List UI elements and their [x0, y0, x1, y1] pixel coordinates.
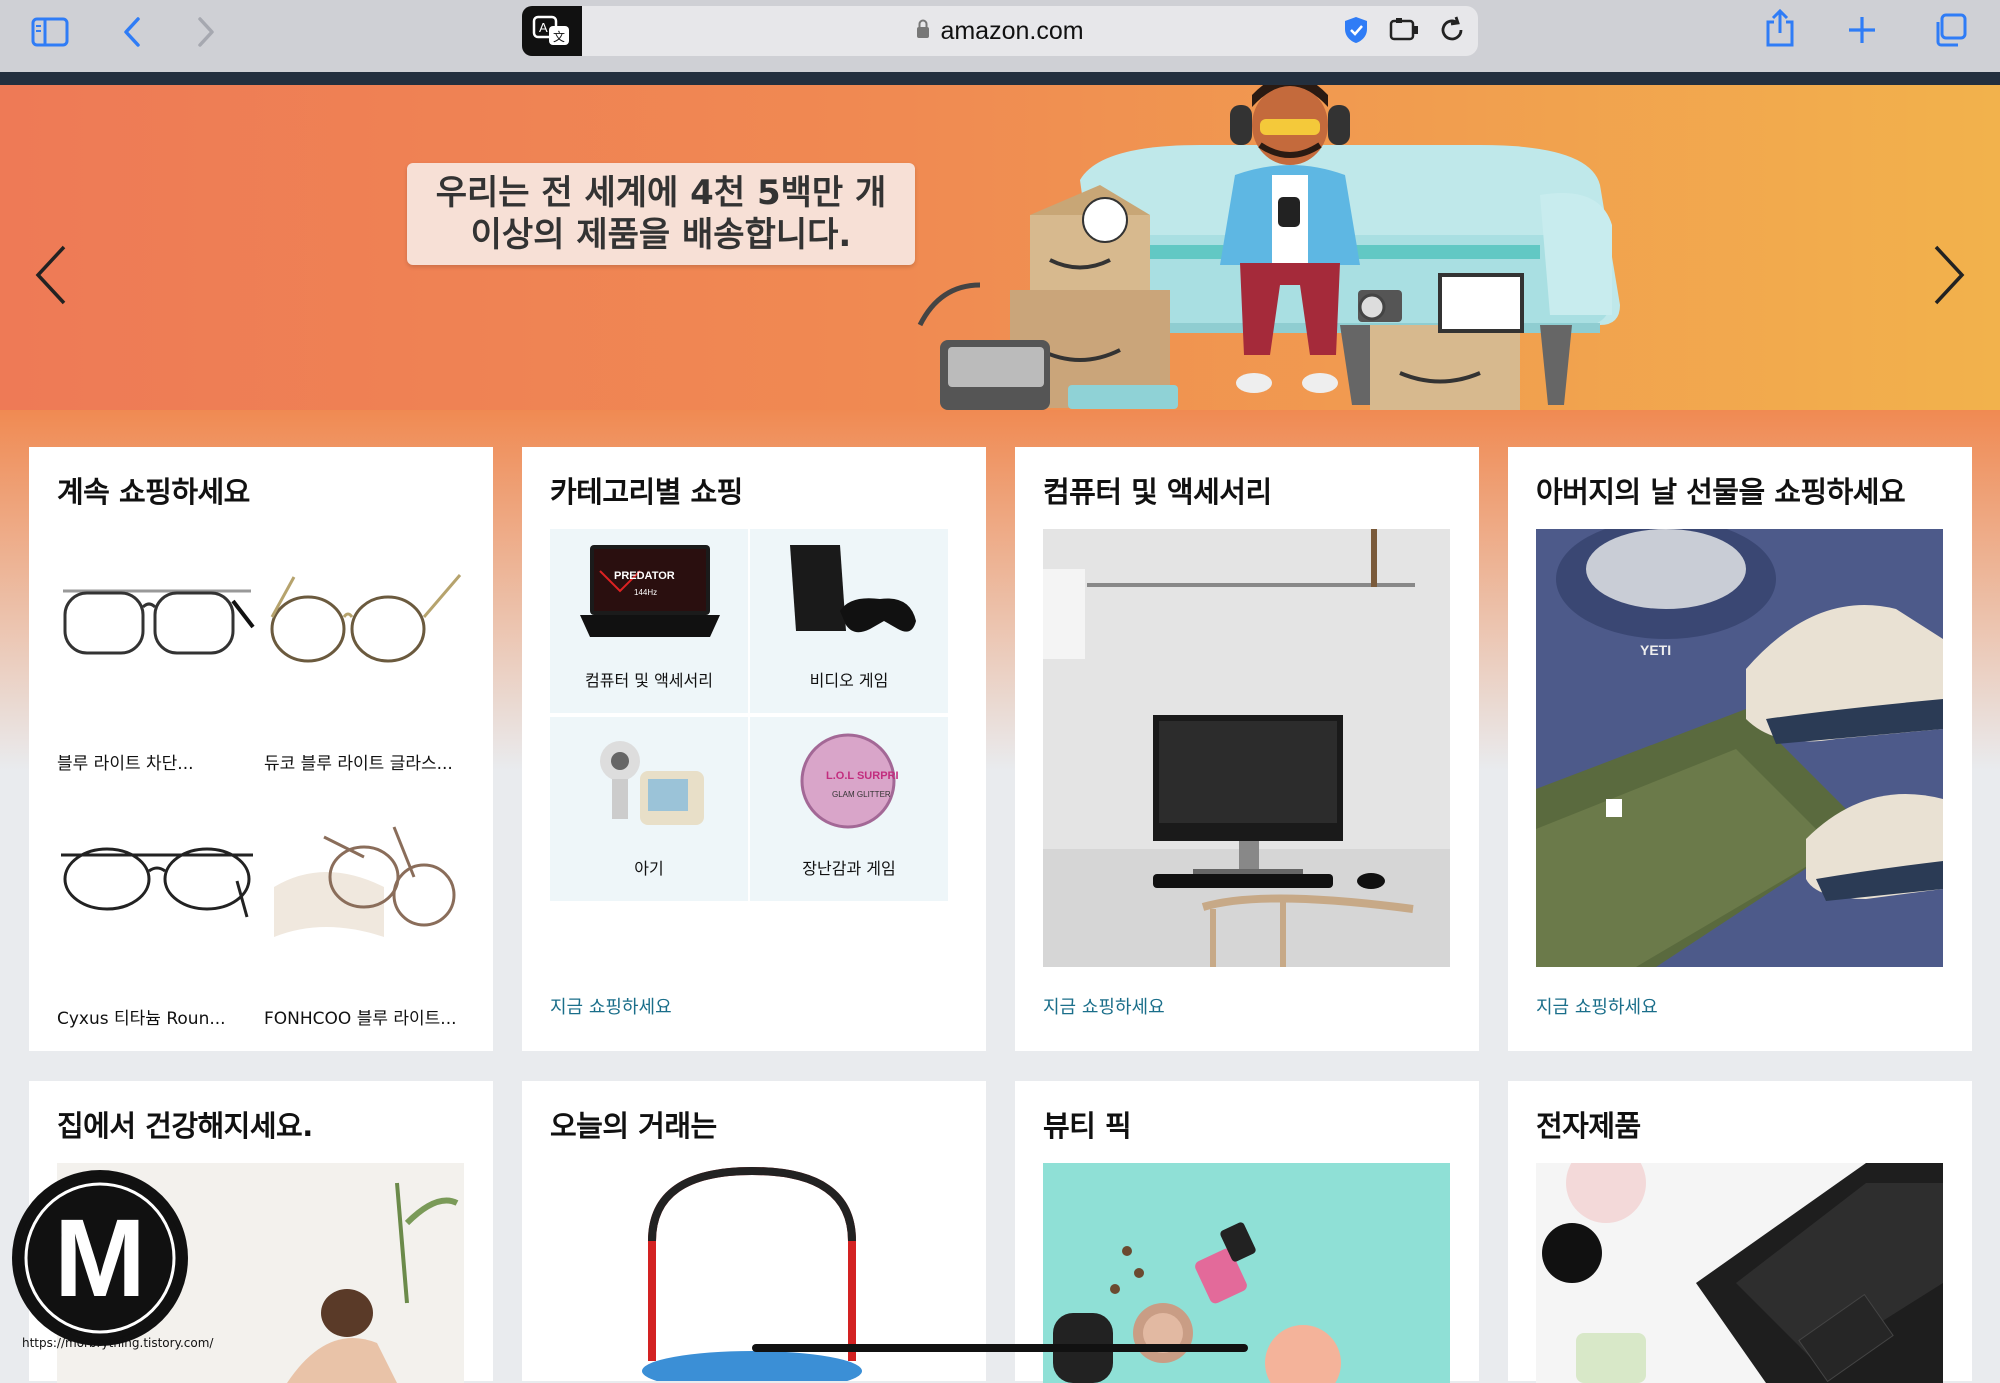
card-title: 아버지의 날 선물을 쇼핑하세요	[1536, 475, 1906, 509]
amazon-nav-strip	[0, 72, 2000, 85]
shop-now-link[interactable]: 지금 쇼핑하세요	[1536, 993, 1658, 1019]
lock-icon	[916, 17, 930, 46]
product-image-glasses-2[interactable]	[264, 567, 464, 677]
category-tile-toys[interactable]: L.O.L SURPRISE GLAM GLITTER 장난감과 게임	[750, 717, 948, 901]
card-title: 집에서 건강해지세요.	[57, 1109, 313, 1143]
card-shop-by-category: 카테고리별 쇼핑 PREDATOR 144Hz 컴퓨터 및 액세서리 비디오 게…	[522, 447, 986, 1051]
fathers-day-products: YETI	[1536, 529, 1943, 967]
product-label[interactable]: FONHCOO 블루 라이트...	[264, 1004, 457, 1029]
url-text: amazon.com	[940, 16, 1084, 45]
toy-ball-image: L.O.L SURPRISE GLAM GLITTER	[800, 733, 898, 829]
product-image-glasses-1[interactable]	[57, 567, 257, 667]
browser-toolbar: amazon.com A文	[0, 0, 2000, 72]
baby-monitor-image	[600, 741, 704, 825]
privacy-shield-icon[interactable]	[1332, 10, 1380, 50]
laptop-desk-scene	[1542, 1163, 1943, 1383]
card-beauty-picks: 뷰티 픽	[1015, 1081, 1479, 1383]
toy-subtitle: GLAM GLITTER	[832, 790, 891, 799]
toy-brand: L.O.L SURPRISE	[826, 770, 898, 782]
laptop-image: PREDATOR 144Hz	[580, 545, 720, 637]
desktop-pc-scene	[1043, 529, 1450, 967]
extension-icon[interactable]	[1380, 10, 1428, 50]
m-logo-icon: M	[18, 1176, 182, 1340]
card-title: 계속 쇼핑하세요	[57, 475, 250, 509]
shop-now-link[interactable]: 지금 쇼핑하세요	[550, 993, 672, 1019]
tabs-icon[interactable]	[1926, 10, 1974, 50]
card-electronics: 전자제품	[1508, 1081, 1972, 1383]
reload-icon[interactable]	[1428, 10, 1476, 50]
card-fathers-day: 아버지의 날 선물을 쇼핑하세요 YETI 지금 쇼핑하세요	[1508, 447, 1972, 1051]
category-tile-computers[interactable]: PREDATOR 144Hz 컴퓨터 및 액세서리	[550, 529, 748, 713]
translate-button[interactable]: A文	[522, 6, 582, 56]
carousel-next-icon[interactable]	[1918, 235, 1978, 315]
card-title: 전자제품	[1536, 1109, 1641, 1143]
game-console-image	[790, 545, 916, 633]
category-label: 장난감과 게임	[802, 859, 896, 878]
translate-icon: A文	[532, 15, 569, 45]
new-tab-icon[interactable]	[1838, 10, 1886, 50]
category-tile-baby[interactable]: 아기	[550, 717, 748, 901]
card-title: 카테고리별 쇼핑	[550, 475, 743, 509]
product-label[interactable]: Cyxus 티타늄 Roun...	[57, 1004, 226, 1029]
hero-caption: 우리는 전 세계에 4천 5백만 개 이상의 제품을 배송합니다.	[407, 163, 915, 265]
back-icon[interactable]	[108, 12, 156, 52]
card-title: 뷰티 픽	[1043, 1109, 1132, 1143]
category-tile-video-games[interactable]: 비디오 게임	[750, 529, 948, 713]
home-indicator[interactable]	[752, 1344, 1248, 1352]
watermark-url: https://morbrything.tistory.com/	[22, 1336, 214, 1350]
laptop-refresh-rate: 144Hz	[634, 588, 657, 597]
category-label: 컴퓨터 및 액세서리	[585, 671, 713, 690]
card-continue-shopping: 계속 쇼핑하세요 블루 라이트 차단... 듀코 블루 라이트 글라스... C…	[29, 447, 493, 1051]
category-label: 아기	[634, 859, 664, 878]
hero-carousel: 우리는 전 세계에 4천 5백만 개 이상의 제품을 배송합니다.	[0, 85, 2000, 410]
svg-text:A: A	[539, 20, 548, 35]
share-icon[interactable]	[1756, 8, 1804, 48]
sidebar-icon[interactable]	[26, 12, 74, 52]
card-todays-deals: 오늘의 거래는	[522, 1081, 986, 1381]
electronics-image[interactable]	[1536, 1163, 1943, 1383]
cooler-brand: YETI	[1640, 642, 1671, 658]
card-title: 오늘의 거래는	[550, 1109, 717, 1143]
card-computers: 컴퓨터 및 액세서리 지금 쇼핑하세요	[1015, 447, 1479, 1051]
fathers-day-image[interactable]: YETI	[1536, 529, 1943, 967]
hero-illustration	[917, 85, 1620, 410]
carousel-prev-icon[interactable]	[22, 235, 82, 315]
category-label: 비디오 게임	[809, 671, 889, 690]
computers-image[interactable]	[1043, 529, 1450, 967]
product-label[interactable]: 듀코 블루 라이트 글라스...	[264, 749, 453, 774]
logo-letter: M	[54, 1197, 146, 1320]
laptop-brand: PREDATOR	[614, 570, 675, 582]
card-title: 컴퓨터 및 액세서리	[1043, 475, 1272, 509]
product-label[interactable]: 블루 라이트 차단...	[57, 749, 194, 774]
svg-text:文: 文	[553, 29, 565, 44]
forward-icon[interactable]	[182, 12, 230, 52]
shop-now-link[interactable]: 지금 쇼핑하세요	[1043, 993, 1165, 1019]
product-image-glasses-3[interactable]	[57, 827, 257, 937]
channel-watermark-logo: M	[12, 1170, 188, 1346]
product-image-glasses-4[interactable]	[264, 817, 464, 947]
